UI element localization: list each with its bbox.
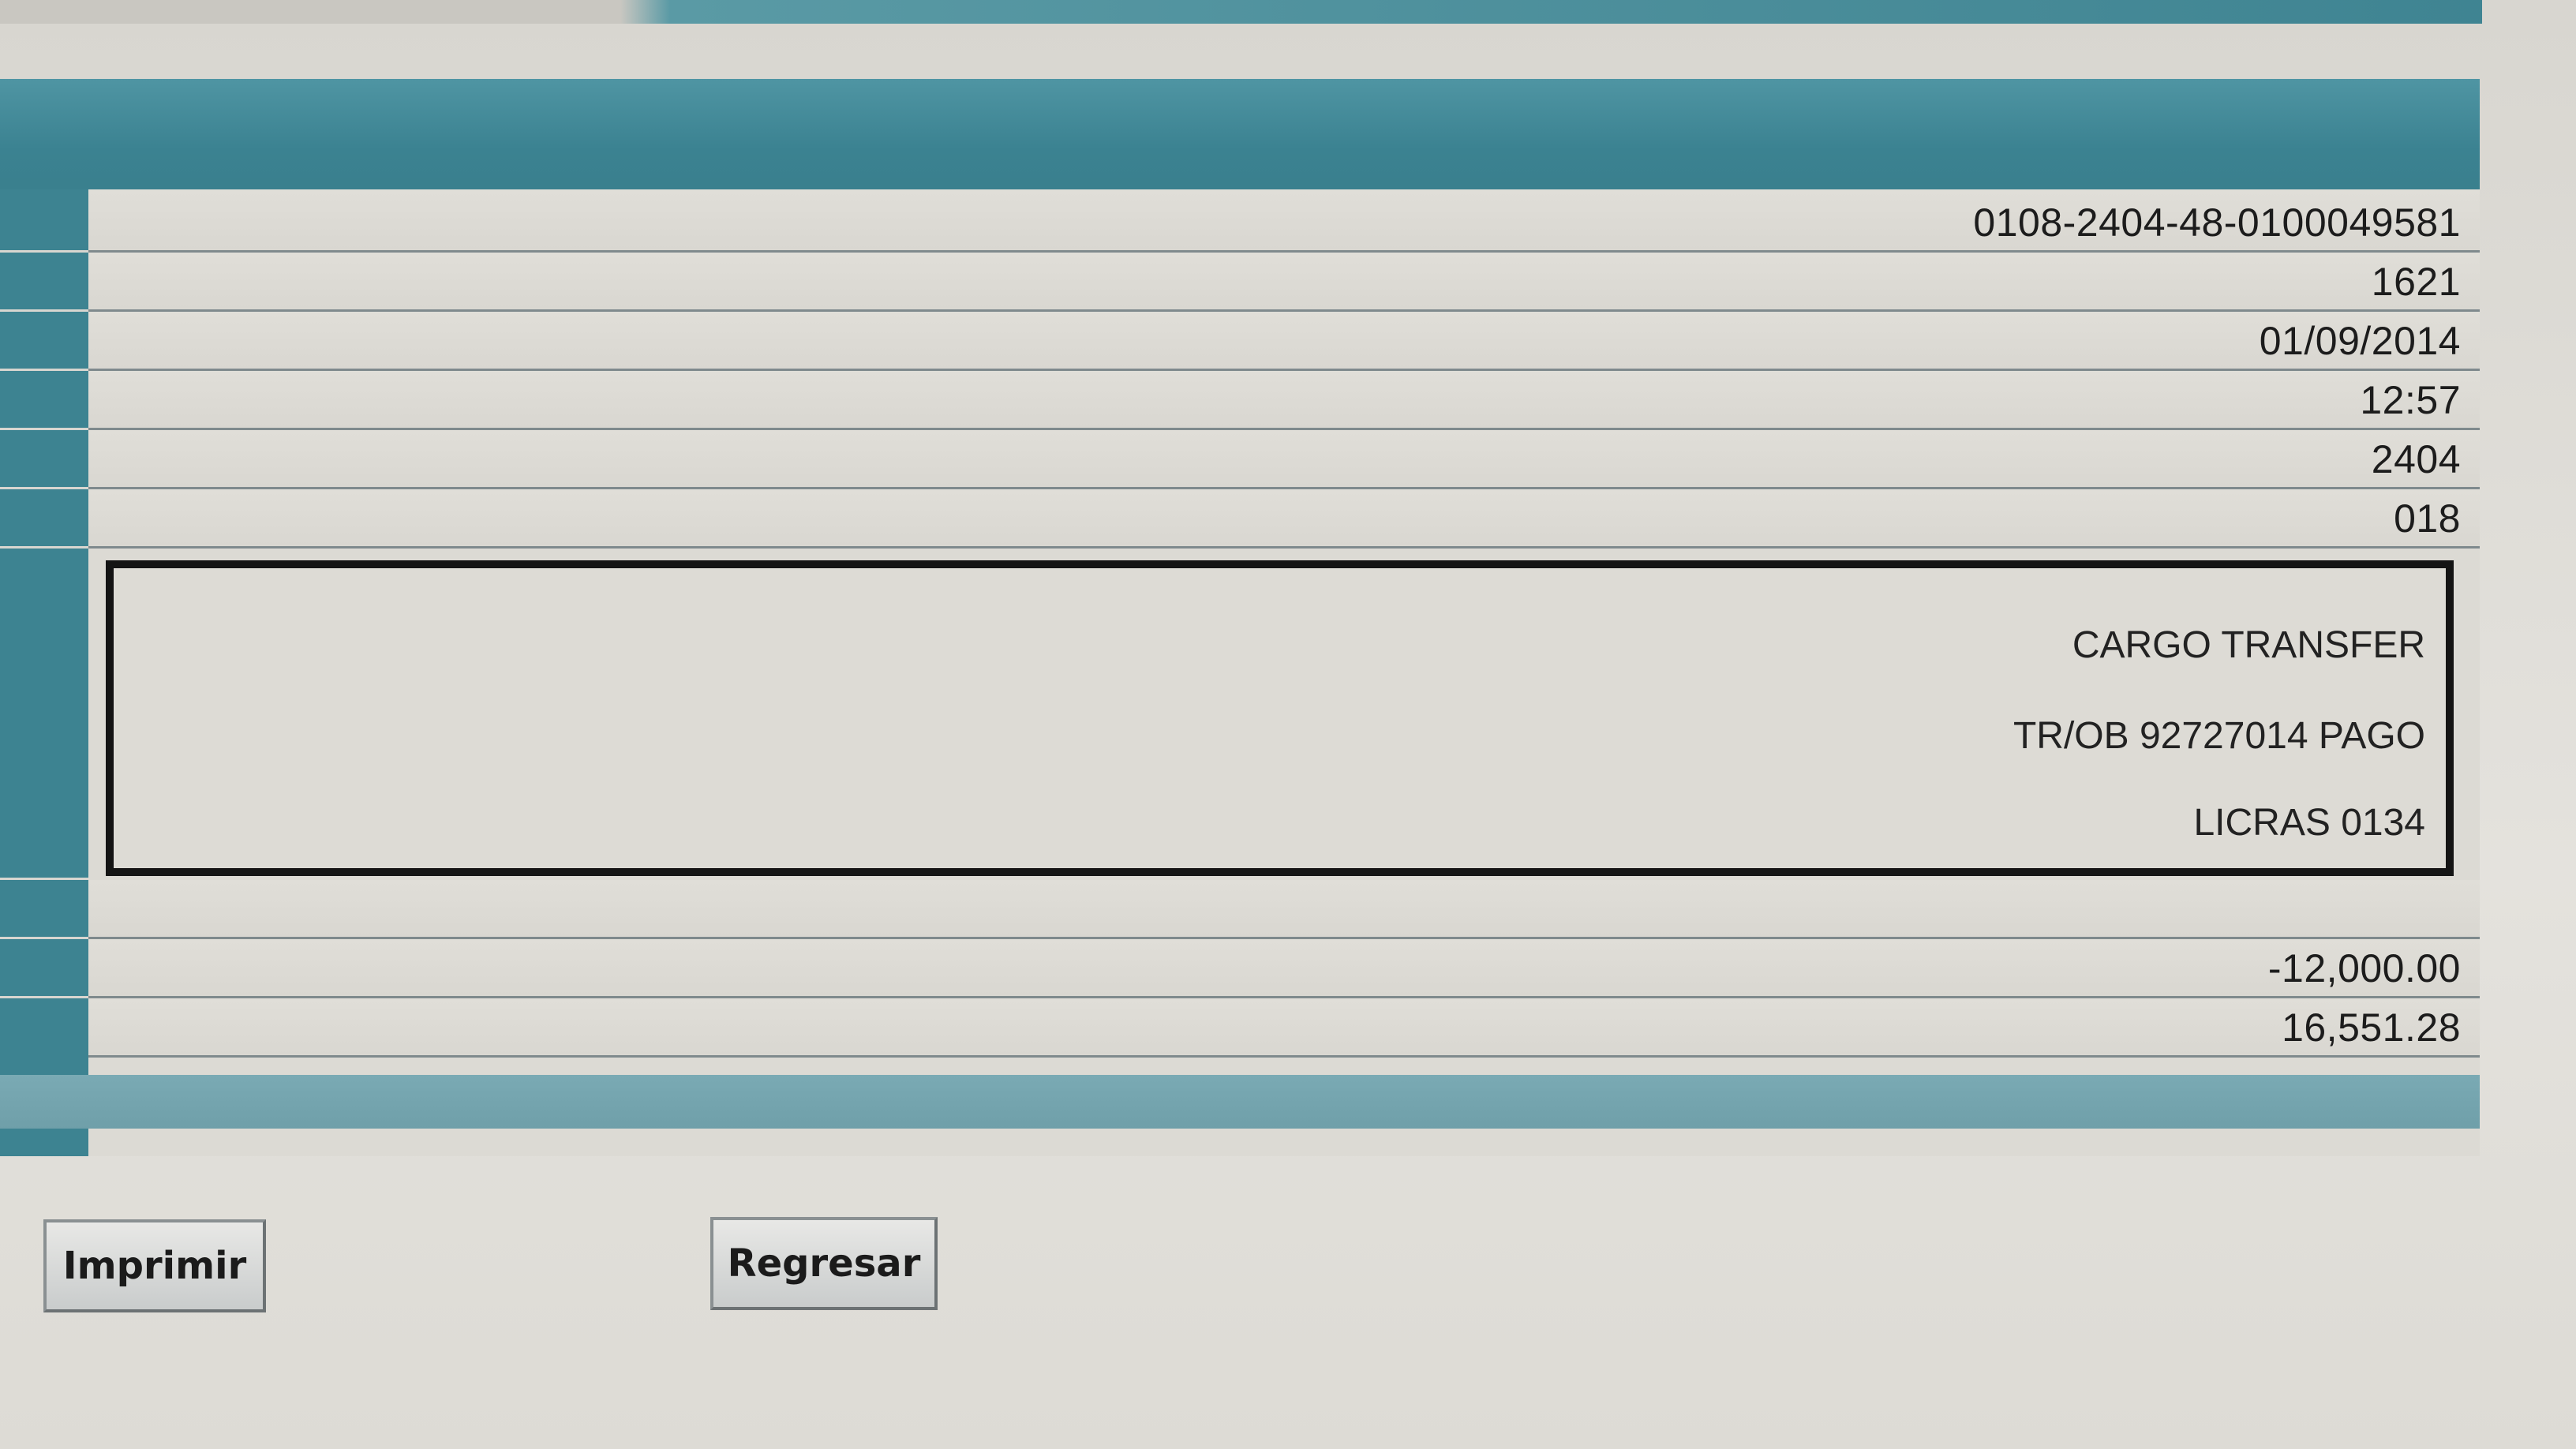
label-cell (0, 549, 88, 880)
label-cell (0, 312, 88, 371)
description-line-3: LICRAS 0134 (2193, 802, 2425, 844)
balance-row: 16,551.28 (88, 998, 2480, 1058)
transaction-detail-page: 0108-2404-48-0100049581 1621 01/09/2014 … (0, 0, 2576, 1449)
label-cell (0, 430, 88, 489)
description-line-1: CARGO TRANSFER (2072, 624, 2425, 666)
print-button[interactable]: Imprimir (43, 1219, 266, 1312)
empty-row (88, 880, 2480, 939)
panel-footer (0, 1075, 2480, 1129)
label-column (0, 189, 88, 1156)
label-cell (0, 371, 88, 430)
label-cell (0, 489, 88, 549)
transaction-detail-panel: 0108-2404-48-0100049581 1621 01/09/2014 … (0, 79, 2480, 1156)
label-cell (0, 880, 88, 939)
date-row: 01/09/2014 (88, 312, 2480, 371)
back-button[interactable]: Regresar (710, 1217, 938, 1310)
panel-header (0, 79, 2480, 197)
time-value: 12:57 (2360, 378, 2461, 422)
code-row: 018 (88, 489, 2480, 549)
description-line-2: TR/OB 92727014 PAGO (2012, 715, 2425, 757)
reference-value: 1621 (2371, 260, 2461, 304)
value-area: 0108-2404-48-0100049581 1621 01/09/2014 … (88, 189, 2480, 1156)
balance-value: 16,551.28 (2282, 1005, 2461, 1050)
amount-row: -12,000.00 (88, 939, 2480, 998)
branch-row: 2404 (88, 430, 2480, 489)
account-number-value: 0108-2404-48-0100049581 (1973, 200, 2461, 245)
label-cell (0, 253, 88, 312)
top-strip (0, 0, 2482, 24)
branch-value: 2404 (2371, 437, 2461, 481)
reference-row: 1621 (88, 253, 2480, 312)
label-cell (0, 998, 88, 1077)
time-row: 12:57 (88, 371, 2480, 430)
amount-value: -12,000.00 (2267, 946, 2461, 990)
date-value: 01/09/2014 (2259, 319, 2461, 363)
account-number-row: 0108-2404-48-0100049581 (88, 189, 2480, 253)
description-box: CARGO TRANSFER TR/OB 92727014 PAGO LICRA… (106, 560, 2454, 876)
label-cell (0, 939, 88, 998)
code-value: 018 (2394, 496, 2461, 541)
label-cell (0, 189, 88, 253)
